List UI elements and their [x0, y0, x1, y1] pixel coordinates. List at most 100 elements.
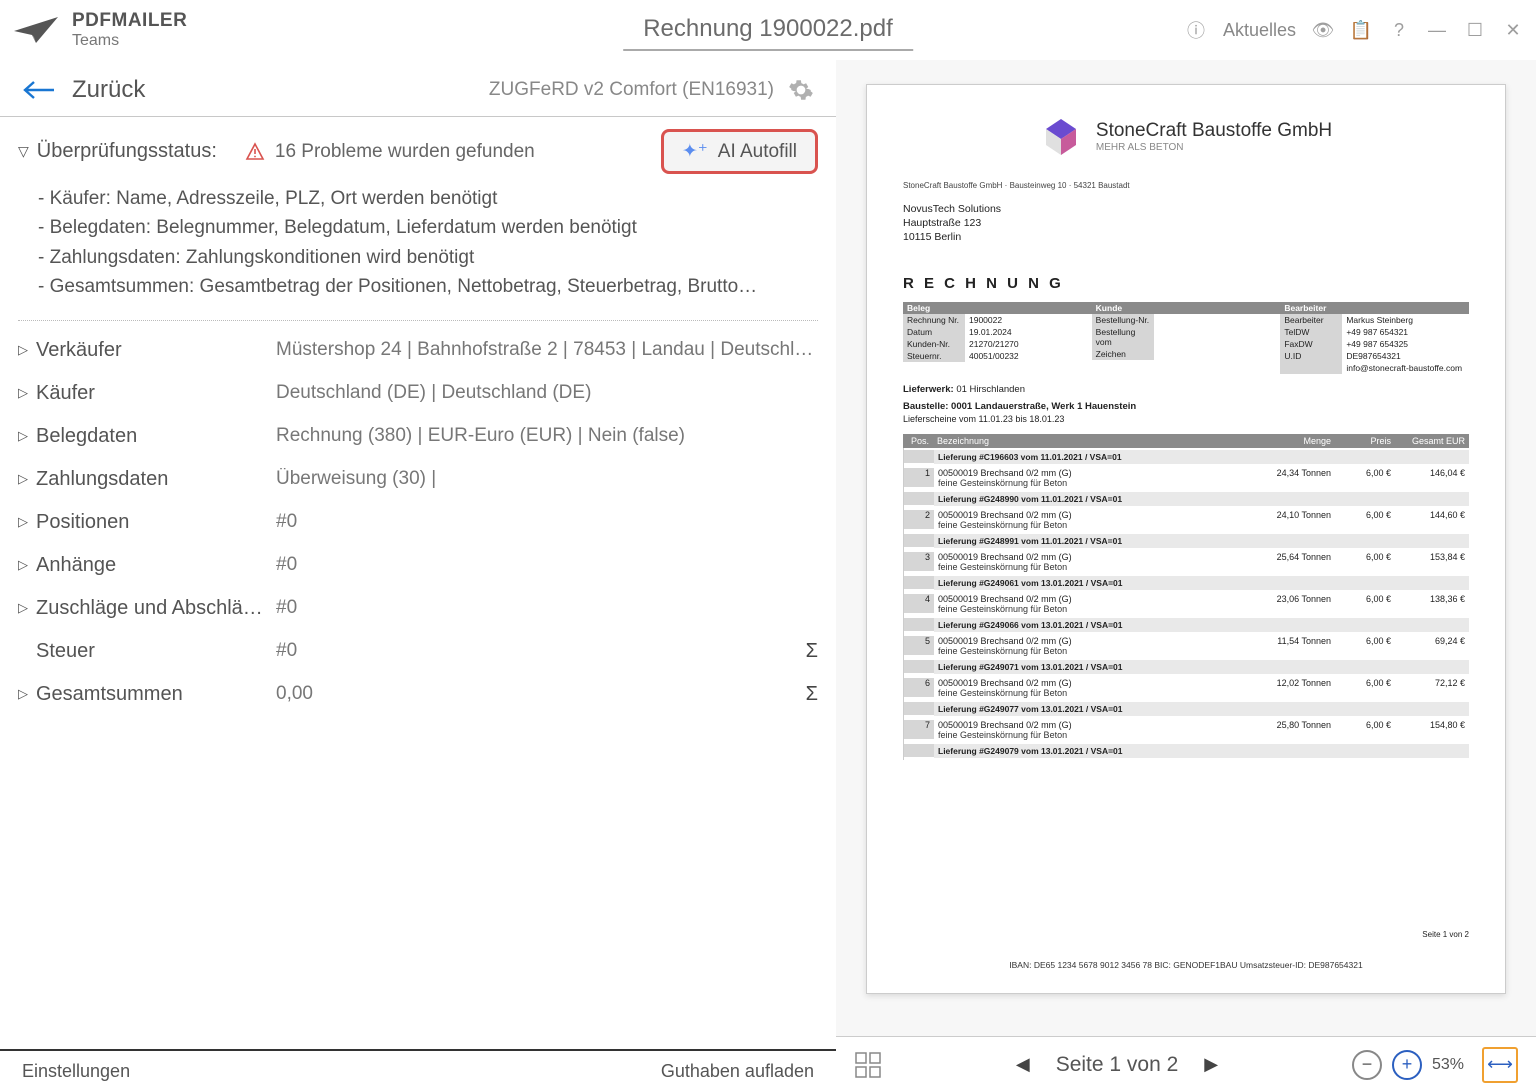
- row-value: Müstershop 24 | Bahnhofstraße 2 | 78453 …: [276, 339, 818, 361]
- chevron-right-icon: ▷: [18, 557, 36, 573]
- eye-icon[interactable]: 👁: [1312, 19, 1334, 41]
- back-label[interactable]: Zurück: [72, 76, 145, 104]
- item-row: 400500019 Brechsand 0/2 mm (G)feine Gest…: [904, 592, 1469, 616]
- row-key: Zuschläge und Abschlä…: [36, 597, 276, 620]
- news-label[interactable]: Aktuelles: [1223, 20, 1296, 41]
- item-row: 100500019 Brechsand 0/2 mm (G)feine Gest…: [904, 466, 1469, 490]
- item-row: 200500019 Brechsand 0/2 mm (G)feine Gest…: [904, 508, 1469, 532]
- row-key: Anhänge: [36, 554, 276, 577]
- info-icon[interactable]: ⓘ: [1185, 19, 1207, 41]
- warning-icon: [245, 142, 265, 162]
- zoom-out-button[interactable]: −: [1352, 1050, 1382, 1080]
- status-label: Überprüfungsstatus:: [37, 140, 217, 163]
- invoice-heading: R E C H N U N G: [903, 275, 1469, 292]
- help-icon[interactable]: ?: [1388, 19, 1410, 41]
- paper-plane-icon: [12, 15, 60, 45]
- delivery-row: Lieferung #G248990 vom 11.01.2021 / VSA=…: [904, 490, 1469, 508]
- data-row[interactable]: ▷ Anhänge #0: [0, 544, 836, 587]
- page-counter: Seite 1 von 2: [1056, 1053, 1179, 1077]
- data-row[interactable]: ▷ Belegdaten Rechnung (380) | EUR-Euro (…: [0, 415, 836, 458]
- chevron-right-icon: ▷: [18, 686, 36, 702]
- zoom-in-button[interactable]: +: [1392, 1050, 1422, 1080]
- close-icon[interactable]: ✕: [1502, 19, 1524, 41]
- lieferwerk-label: Lieferwerk:: [903, 384, 954, 395]
- row-value: Überweisung (30) |: [276, 468, 818, 490]
- data-row[interactable]: ▷ Verkäufer Müstershop 24 | Bahnhofstraß…: [0, 329, 836, 372]
- chevron-down-icon[interactable]: ▽: [18, 143, 29, 160]
- issue-item: - Belegdaten: Belegnummer, Belegdatum, L…: [38, 213, 806, 242]
- row-key: Gesamtsummen: [36, 683, 276, 706]
- row-key: Verkäufer: [36, 339, 276, 362]
- data-row[interactable]: ▷ Gesamtsummen 0,00 Σ: [0, 673, 836, 716]
- prev-page-icon[interactable]: ◀: [1016, 1054, 1030, 1075]
- row-key: Positionen: [36, 511, 276, 534]
- row-value: Rechnung (380) | EUR-Euro (EUR) | Nein (…: [276, 425, 818, 447]
- data-row[interactable]: Steuer #0 Σ: [0, 630, 836, 673]
- company-tagline: MEHR ALS BETON: [1096, 142, 1332, 153]
- issues-list: - Käufer: Name, Adresszeile, PLZ, Ort we…: [0, 180, 836, 312]
- chevron-right-icon: ▷: [18, 342, 36, 358]
- ai-autofill-button[interactable]: ✦⁺ AI Autofill: [661, 129, 818, 174]
- app-logo: PDFMAILER Teams: [12, 11, 187, 49]
- settings-link[interactable]: Einstellungen: [22, 1061, 130, 1082]
- row-value: #0: [276, 554, 818, 576]
- lieferscheine-range: Lieferscheine vom 11.01.23 bis 18.01.23: [903, 414, 1469, 424]
- row-value: 0,00: [276, 683, 798, 705]
- form-panel: Zurück ZUGFeRD v2 Comfort (EN16931) ▽ Üb…: [0, 60, 836, 1092]
- row-key: Käufer: [36, 382, 276, 405]
- row-key: Steuer: [36, 640, 276, 663]
- data-row[interactable]: ▷ Käufer Deutschland (DE) | Deutschland …: [0, 372, 836, 415]
- status-row: ▽ Überprüfungsstatus: 16 Probleme wurden…: [0, 117, 836, 180]
- data-row[interactable]: ▷ Zuschläge und Abschlä… #0: [0, 587, 836, 630]
- delivery-row: Lieferung #G249066 vom 13.01.2021 / VSA=…: [904, 616, 1469, 634]
- next-page-icon[interactable]: ▶: [1204, 1054, 1218, 1075]
- sender-line: StoneCraft Baustoffe GmbH · Bausteinweg …: [903, 181, 1469, 190]
- row-key: Belegdaten: [36, 425, 276, 448]
- issue-item: - Zahlungsdaten: Zahlungskonditionen wir…: [38, 243, 806, 272]
- item-row: 700500019 Brechsand 0/2 mm (G)feine Gest…: [904, 718, 1469, 742]
- fit-width-button[interactable]: ⟷: [1482, 1047, 1518, 1083]
- app-edition: Teams: [72, 32, 187, 50]
- maximize-icon[interactable]: ☐: [1464, 19, 1486, 41]
- chevron-right-icon: ▷: [18, 428, 36, 444]
- sigma-icon[interactable]: Σ: [806, 640, 818, 663]
- company-name: StoneCraft Baustoffe GmbH: [1096, 120, 1332, 142]
- delivery-row: Lieferung #C196603 vom 11.01.2021 / VSA=…: [904, 448, 1469, 466]
- iban-line: IBAN: DE65 1234 5678 9012 3456 78 BIC: G…: [867, 960, 1505, 970]
- thumbnails-icon[interactable]: [854, 1051, 882, 1079]
- company-logo-icon: [1040, 115, 1082, 157]
- document-title[interactable]: Rechnung 1900022.pdf: [623, 9, 913, 51]
- item-row: 600500019 Brechsand 0/2 mm (G)feine Gest…: [904, 676, 1469, 700]
- autofill-label: AI Autofill: [718, 141, 797, 163]
- clipboard-icon[interactable]: 📋: [1350, 19, 1372, 41]
- data-row[interactable]: ▷ Zahlungsdaten Überweisung (30) |: [0, 458, 836, 501]
- titlebar: PDFMAILER Teams Rechnung 1900022.pdf ⓘ A…: [0, 0, 1536, 60]
- minimize-icon[interactable]: —: [1426, 19, 1448, 41]
- chevron-right-icon: ▷: [18, 514, 36, 530]
- gear-icon[interactable]: [788, 77, 814, 103]
- item-row: 500500019 Brechsand 0/2 mm (G)feine Gest…: [904, 634, 1469, 658]
- pdf-page[interactable]: StoneCraft Baustoffe GmbH MEHR ALS BETON…: [866, 84, 1506, 994]
- left-footer: Einstellungen Guthaben aufladen: [0, 1049, 836, 1092]
- preview-toolbar: ◀ Seite 1 von 2 ▶ − + 53% ⟷: [836, 1036, 1536, 1092]
- delivery-row: Lieferung #G248991 vom 11.01.2021 / VSA=…: [904, 532, 1469, 550]
- back-arrow-icon[interactable]: [22, 78, 56, 102]
- page-indicator: Seite 1 von 2: [1422, 930, 1469, 939]
- row-value: Deutschland (DE) | Deutschland (DE): [276, 382, 818, 404]
- chevron-right-icon: ▷: [18, 385, 36, 401]
- baustelle: Baustelle: 0001 Landauerstraße, Werk 1 H…: [903, 401, 1136, 412]
- row-value: #0: [276, 640, 798, 662]
- recipient-address: NovusTech SolutionsHauptstraße 12310115 …: [903, 202, 1469, 245]
- topup-link[interactable]: Guthaben aufladen: [661, 1061, 814, 1082]
- sigma-icon[interactable]: Σ: [806, 683, 818, 706]
- data-row[interactable]: ▷ Positionen #0: [0, 501, 836, 544]
- app-name: PDFMAILER: [72, 11, 187, 32]
- chevron-right-icon: ▷: [18, 471, 36, 487]
- delivery-row: Lieferung #G249061 vom 13.01.2021 / VSA=…: [904, 574, 1469, 592]
- separator: [18, 320, 818, 321]
- delivery-row: Lieferung #G249071 vom 13.01.2021 / VSA=…: [904, 658, 1469, 676]
- row-value: #0: [276, 511, 818, 533]
- delivery-row: Lieferung #G249077 vom 13.01.2021 / VSA=…: [904, 700, 1469, 718]
- zugferd-profile: ZUGFeRD v2 Comfort (EN16931): [489, 79, 774, 101]
- item-row: 300500019 Brechsand 0/2 mm (G)feine Gest…: [904, 550, 1469, 574]
